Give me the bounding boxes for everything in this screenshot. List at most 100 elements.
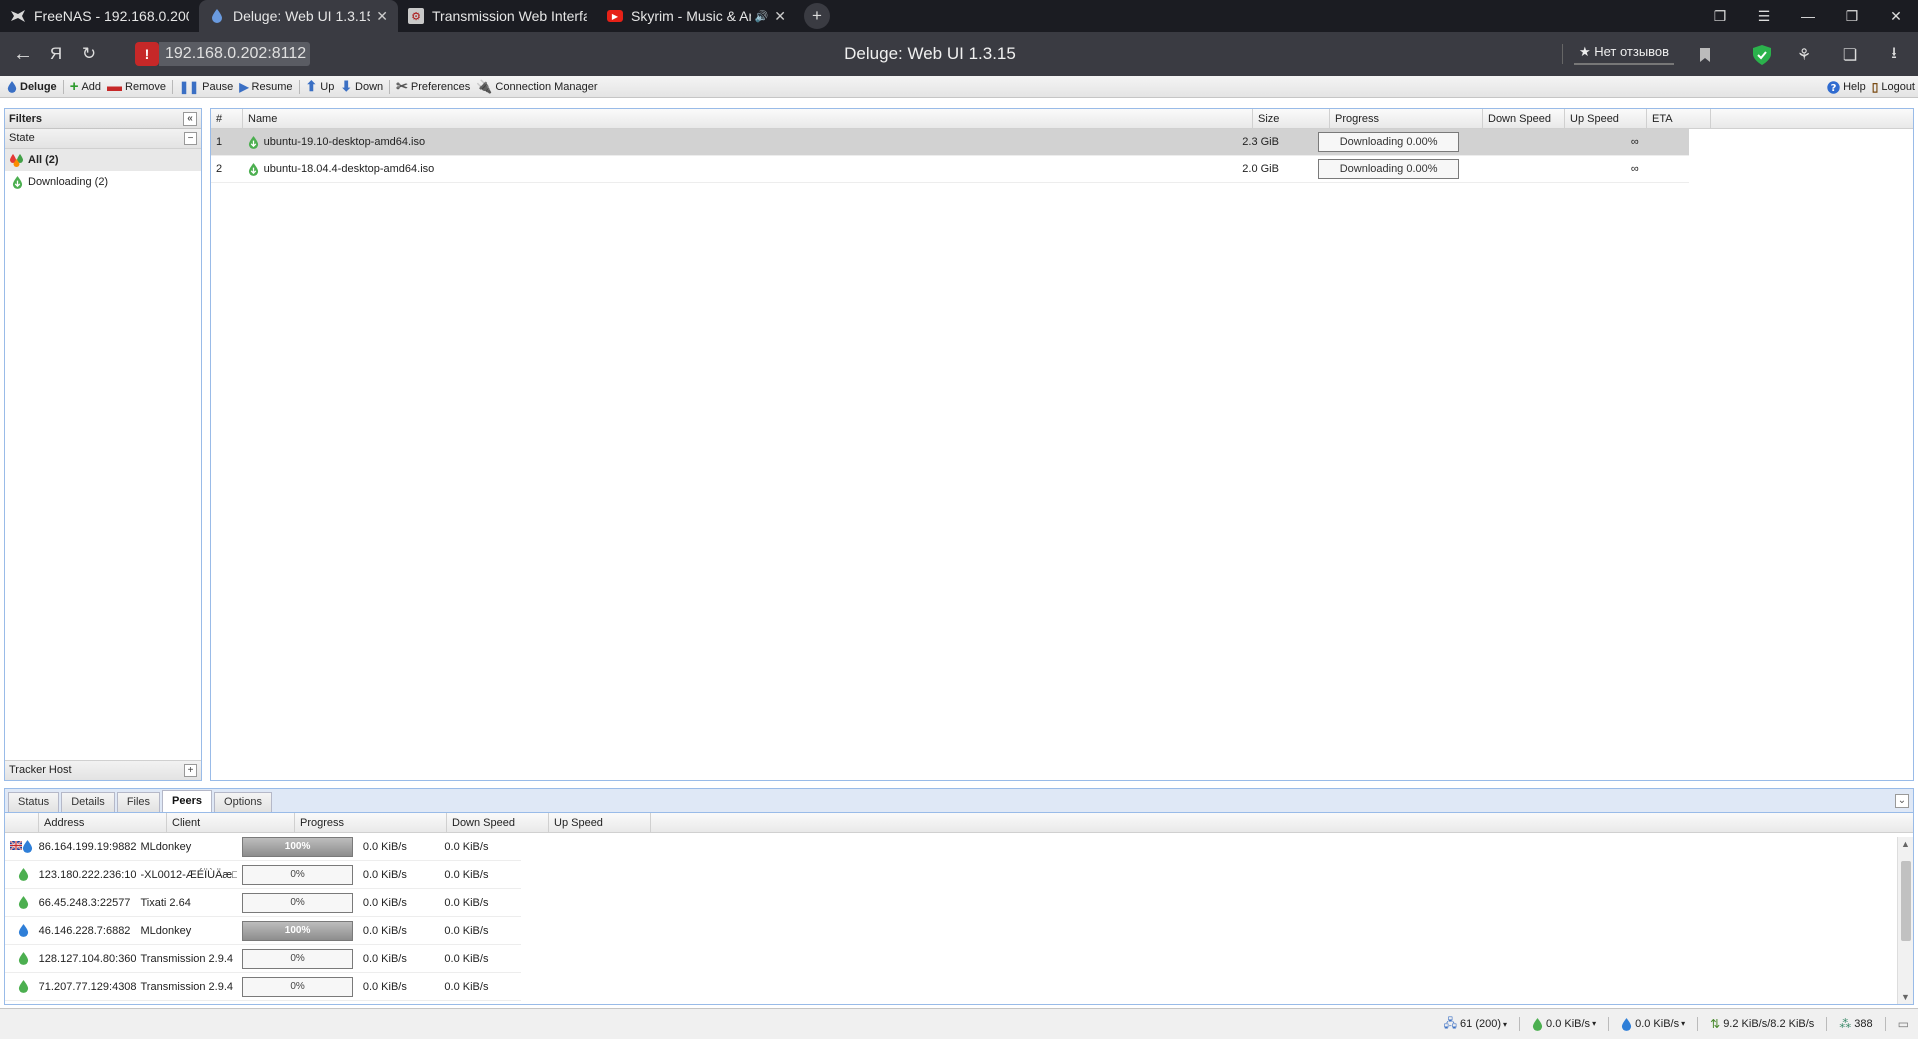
peer-row[interactable]: 128.127.104.80:360 Transmission 2.9.4 0% 0.…	[5, 945, 521, 973]
connection-manager-button[interactable]: 🔌 Connection Manager	[473, 77, 600, 97]
column-header-progress[interactable]: Progress	[1330, 109, 1483, 128]
peer-progress-cell: 0%	[237, 945, 358, 972]
column-header-up-speed[interactable]: Up Speed	[549, 813, 651, 832]
browser-tab-transmission[interactable]: ⚙ Transmission Web Interface	[398, 0, 597, 32]
minimize-icon[interactable]: —	[1786, 0, 1830, 32]
browser-tab-freenas[interactable]: FreeNAS - 192.168.0.200	[0, 0, 199, 32]
resume-button[interactable]: ▶ Resume	[236, 77, 295, 97]
url-field[interactable]: ! 192.168.0.202:8112	[135, 42, 311, 66]
tabs-list-icon[interactable]: ❐	[1698, 0, 1742, 32]
reload-icon[interactable]: ↻	[76, 42, 102, 66]
restore-icon[interactable]: ❐	[1830, 0, 1874, 32]
peer-row[interactable]: 46.146.228.7:6882 MLdonkey 100% 0.0 KiB/s 0.…	[5, 917, 521, 945]
bookmark-icon[interactable]	[1693, 43, 1717, 67]
scroll-thumb[interactable]	[1901, 861, 1911, 941]
tab-files[interactable]: Files	[116, 792, 161, 812]
upload-speed-status[interactable]: 0.0 KiB/s ▾	[1621, 1017, 1685, 1032]
peer-client: MLdonkey	[140, 924, 192, 937]
url-text[interactable]: 192.168.0.202:8112	[159, 42, 311, 66]
add-button[interactable]: + Add	[67, 77, 104, 97]
back-arrow-icon[interactable]: ←	[10, 42, 36, 66]
torrent-size: 2.0 GiB	[1242, 163, 1279, 175]
column-header-progress[interactable]: Progress	[295, 813, 447, 832]
extension-icon[interactable]: ⚘	[1792, 43, 1816, 67]
close-window-icon[interactable]: ✕	[1874, 0, 1918, 32]
progress-label: 0%	[290, 980, 305, 992]
preferences-button[interactable]: ✂ Preferences	[393, 77, 473, 97]
freenas-logo-icon	[10, 8, 26, 24]
tracker-host-section[interactable]: Tracker Host +	[5, 760, 201, 780]
details-tabs: Status Details Files Peers Options ⌄	[5, 789, 1913, 813]
connections-status[interactable]: 🖧 61 (200) ▾	[1444, 1014, 1507, 1035]
state-section[interactable]: State −	[5, 129, 201, 149]
peer-progress-bar: 0%	[242, 892, 353, 913]
peers-scrollbar[interactable]: ▲ ▼	[1897, 837, 1913, 1004]
separator	[298, 79, 300, 94]
speaker-icon[interactable]: 🔊	[755, 10, 769, 23]
peer-row[interactable]: 71.207.77.129:4308 Transmission 2.9.4 0% 0.…	[5, 973, 521, 1001]
browser-tab-youtube[interactable]: ▶ Skyrim - Music & Ambience 🔊 ✕	[597, 0, 796, 32]
column-header-up-speed[interactable]: Up Speed	[1565, 109, 1647, 128]
pause-button[interactable]: ❚❚ Pause	[176, 77, 236, 97]
new-tab-button[interactable]: +	[804, 3, 830, 29]
tab-title: Transmission Web Interface	[432, 8, 587, 24]
column-header-name[interactable]: Name	[243, 109, 1253, 128]
peer-row[interactable]: 66.45.248.3:22577 Tixati 2.64 0% 0.0 KiB/s 0…	[5, 889, 521, 917]
column-header-size[interactable]: Size	[1253, 109, 1330, 128]
peer-flag-cell	[5, 973, 34, 1000]
deluge-app-button[interactable]: Deluge	[4, 77, 60, 97]
scroll-down-icon[interactable]: ▼	[1898, 990, 1913, 1004]
collapse-section-icon[interactable]: −	[184, 132, 197, 145]
column-header-address[interactable]: Address	[39, 813, 167, 832]
collapse-left-icon[interactable]: «	[183, 112, 197, 126]
close-icon[interactable]: ✕	[774, 8, 786, 25]
filter-item-downloading[interactable]: Downloading (2)	[5, 171, 201, 193]
tab-details[interactable]: Details	[61, 792, 115, 812]
download-drop-icon	[1532, 1017, 1543, 1032]
queue-up-button[interactable]: ⬆ Up	[303, 77, 338, 97]
tab-peers[interactable]: Peers	[162, 790, 213, 812]
torrent-down-speed	[1464, 129, 1545, 155]
progress-label: 0%	[290, 896, 305, 908]
close-icon[interactable]: ✕	[376, 8, 388, 25]
remove-button[interactable]: ▬ Remove	[104, 77, 169, 97]
peer-row[interactable]: 123.180.222.236:10 -XL0012-ÆÉÏÙÄæ□x... 0% 0…	[5, 861, 521, 889]
help-button[interactable]: ? Help	[1824, 77, 1869, 97]
collapse-down-icon[interactable]: ⌄	[1895, 794, 1909, 808]
peer-row[interactable]: 86.164.199.19:9882 MLdonkey 100% 0.0 KiB/s 0…	[5, 833, 521, 861]
download-icon[interactable]: ⭳	[1882, 43, 1906, 67]
torrent-progress-cell: Downloading 0.00%	[1313, 156, 1464, 182]
tab-status[interactable]: Status	[8, 792, 60, 812]
transmission-logo-icon: ⚙	[408, 8, 424, 24]
browser-tab-deluge[interactable]: Deluge: Web UI 1.3.15 ✕	[199, 0, 398, 32]
peer-client: MLdonkey	[140, 840, 192, 853]
scroll-up-icon[interactable]: ▲	[1898, 837, 1913, 851]
filter-item-all[interactable]: All (2)	[5, 149, 201, 171]
upload-speed-value: 0.0 KiB/s	[1635, 1017, 1680, 1030]
expand-section-icon[interactable]: +	[184, 764, 197, 777]
progress-label: 0%	[290, 952, 305, 964]
download-speed-status[interactable]: 0.0 KiB/s ▾	[1532, 1017, 1596, 1032]
plug-icon: 🔌	[476, 78, 493, 94]
warning-icon[interactable]: !	[135, 42, 159, 66]
tab-options[interactable]: Options	[214, 792, 272, 812]
column-header-down-speed[interactable]: Down Speed	[447, 813, 549, 832]
shield-icon[interactable]	[1750, 43, 1774, 67]
collections-icon[interactable]: ❏	[1838, 43, 1862, 67]
toolbar-right: ? Help ▯ Logout	[1824, 76, 1918, 98]
column-header-client[interactable]: Client	[167, 813, 295, 832]
peer-down-speed: 0.0 KiB/s	[362, 980, 407, 993]
menu-icon[interactable]: ☰	[1742, 0, 1786, 32]
torrent-row[interactable]: 1 ubuntu-19.10-desktop-amd64.iso 2.3 GiB…	[211, 129, 1689, 156]
reviews-button[interactable]: ★ Нет отзывов	[1574, 41, 1674, 65]
logout-button[interactable]: ▯ Logout	[1869, 77, 1918, 97]
chevron-down-icon: ▾	[1503, 1019, 1508, 1029]
column-header-number[interactable]: #	[211, 109, 243, 128]
column-header-down-speed[interactable]: Down Speed	[1483, 109, 1565, 128]
torrent-row[interactable]: 2 ubuntu-18.04.4-desktop-amd64.iso 2.0 G…	[211, 156, 1689, 183]
peer-progress-bar: 0%	[242, 976, 353, 997]
queue-down-button[interactable]: ⬇ Down	[337, 77, 386, 97]
status-bar: 🖧 61 (200) ▾ 0.0 KiB/s ▾ 0.0 KiB/s ▾ ⇅ 9.2 …	[0, 1008, 1918, 1039]
column-header-eta[interactable]: ETA	[1647, 109, 1711, 128]
yandex-logo-icon[interactable]: Я	[43, 42, 69, 66]
